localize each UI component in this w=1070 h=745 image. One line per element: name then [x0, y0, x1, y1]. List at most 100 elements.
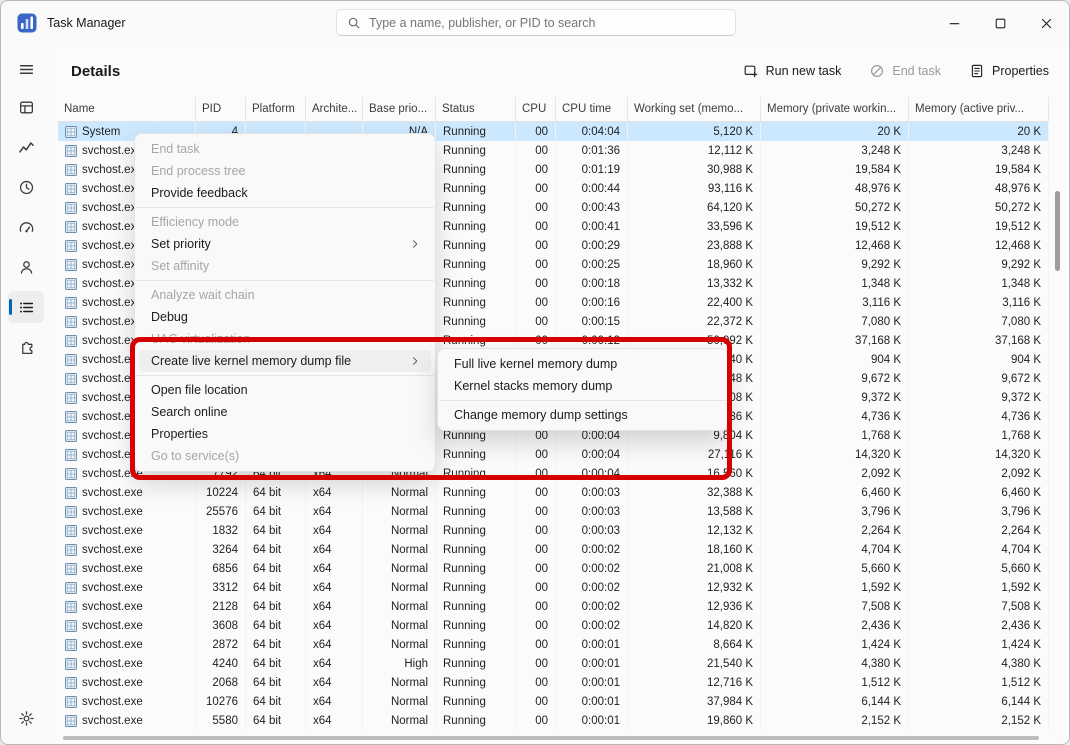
menu-item-label: Efficiency mode: [151, 215, 239, 229]
table-row[interactable]: svchost.exe685664 bitx64NormalRunning000…: [58, 559, 1049, 578]
column-header-status[interactable]: Status: [436, 97, 516, 121]
menu-item-kernel-stacks-memory-dump[interactable]: Kernel stacks memory dump: [442, 375, 723, 397]
cell-status: Running: [436, 122, 516, 141]
cell-pid: 10224: [196, 483, 246, 502]
run-new-task-button[interactable]: Run new task: [743, 63, 842, 79]
table-row[interactable]: svchost.exe1022464 bitx64NormalRunning00…: [58, 483, 1049, 502]
sidebar-item-users[interactable]: [8, 251, 44, 283]
column-header-priority[interactable]: Base prio...: [363, 97, 436, 121]
vertical-scrollbar-thumb[interactable]: [1055, 191, 1060, 271]
task-manager-window: Task Manager: [0, 0, 1070, 745]
sidebar-item-app-history[interactable]: [8, 171, 44, 203]
cell-cpu: 00: [516, 559, 556, 578]
menu-item-label: End task: [151, 142, 200, 156]
sidebar-item-details[interactable]: [8, 291, 44, 323]
column-header-pid[interactable]: PID: [196, 97, 246, 121]
close-button[interactable]: [1023, 1, 1069, 45]
cell-priority: Normal: [363, 559, 436, 578]
cell-cpu: 00: [516, 521, 556, 540]
table-row[interactable]: svchost.exe1027664 bitx64NormalRunning00…: [58, 692, 1049, 711]
cell-platform: 64 bit: [246, 635, 306, 654]
settings-button[interactable]: [8, 702, 44, 734]
navigation-menu-button[interactable]: [8, 53, 44, 85]
sidebar-item-performance[interactable]: [8, 131, 44, 163]
menu-item-set-affinity[interactable]: Set affinity: [139, 255, 431, 277]
process-icon: [65, 506, 77, 518]
cell-arch: x64: [306, 654, 363, 673]
search-input[interactable]: [369, 16, 725, 30]
toolbar: Details Run new taskEnd taskProperties: [51, 45, 1069, 97]
menu-item-analyze-wait-chain[interactable]: Analyze wait chain: [139, 284, 431, 306]
cell-working_set: 16,560 K: [628, 464, 761, 483]
properties-icon: [969, 63, 985, 79]
column-header-working_set[interactable]: Working set (memo...: [628, 97, 761, 121]
sidebar-item-startup-apps[interactable]: [8, 211, 44, 243]
column-header-cpu_time[interactable]: CPU time: [556, 97, 628, 121]
cell-arch: x64: [306, 616, 363, 635]
table-row[interactable]: svchost.exe558064 bitx64NormalRunning000…: [58, 711, 1049, 730]
menu-item-create-live-kernel-memory-dump-file[interactable]: Create live kernel memory dump file: [139, 350, 431, 372]
cell-status: Running: [436, 540, 516, 559]
chevron-right-icon: [409, 355, 421, 367]
column-header-arch[interactable]: Archite...: [306, 97, 363, 121]
process-name: svchost.exe: [82, 677, 143, 689]
cell-arch: x64: [306, 502, 363, 521]
process-icon: [65, 126, 77, 138]
table-row[interactable]: svchost.exe287264 bitx64NormalRunning000…: [58, 635, 1049, 654]
table-row[interactable]: svchost.exe206864 bitx64NormalRunning000…: [58, 673, 1049, 692]
cell-working_set: 93,116 K: [628, 179, 761, 198]
column-header-name[interactable]: Name: [58, 97, 196, 121]
menu-item-end-process-tree[interactable]: End process tree: [139, 160, 431, 182]
column-header-mem_active[interactable]: Memory (active priv...: [909, 97, 1049, 121]
menu-item-end-task[interactable]: End task: [139, 138, 431, 160]
cell-working_set: 23,888 K: [628, 236, 761, 255]
menu-item-change-memory-dump-settings[interactable]: Change memory dump settings: [442, 404, 723, 426]
cell-name: svchost.exe: [58, 597, 196, 616]
cell-cpu: 00: [516, 217, 556, 236]
table-row[interactable]: svchost.exe2557664 bitx64NormalRunning00…: [58, 502, 1049, 521]
menu-item-efficiency-mode[interactable]: Efficiency mode: [139, 211, 431, 233]
table-row[interactable]: svchost.exe331264 bitx64NormalRunning000…: [58, 578, 1049, 597]
table-row[interactable]: svchost.exe360864 bitx64NormalRunning000…: [58, 616, 1049, 635]
sidebar-item-services[interactable]: [8, 331, 44, 363]
cell-working_set: 30,988 K: [628, 160, 761, 179]
cell-mem_active: 6,460 K: [909, 483, 1049, 502]
cell-cpu_time: 0:00:04: [556, 445, 628, 464]
cell-status: Running: [436, 236, 516, 255]
cell-platform: 64 bit: [246, 673, 306, 692]
menu-item-set-priority[interactable]: Set priority: [139, 233, 431, 255]
menu-item-debug[interactable]: Debug: [139, 306, 431, 328]
cell-working_set: 12,112 K: [628, 141, 761, 160]
search-box[interactable]: [336, 9, 736, 36]
cell-mem_active: 19,584 K: [909, 160, 1049, 179]
table-row[interactable]: svchost.exe183264 bitx64NormalRunning000…: [58, 521, 1049, 540]
maximize-button[interactable]: [977, 1, 1023, 45]
cell-cpu_time: 0:01:19: [556, 160, 628, 179]
end-task-button[interactable]: End task: [869, 63, 941, 79]
menu-item-properties[interactable]: Properties: [139, 423, 431, 445]
cell-pid: 3608: [196, 616, 246, 635]
table-row[interactable]: svchost.exe212864 bitx64NormalRunning000…: [58, 597, 1049, 616]
menu-item-uac-virtualization[interactable]: UAC virtualization: [139, 328, 431, 350]
menu-item-search-online[interactable]: Search online: [139, 401, 431, 423]
cell-cpu: 00: [516, 578, 556, 597]
table-row[interactable]: svchost.exe326464 bitx64NormalRunning000…: [58, 540, 1049, 559]
column-header-platform[interactable]: Platform: [246, 97, 306, 121]
menu-item-open-file-location[interactable]: Open file location: [139, 379, 431, 401]
cell-working_set: 33,596 K: [628, 217, 761, 236]
minimize-button[interactable]: [931, 1, 977, 45]
cell-platform: 64 bit: [246, 711, 306, 730]
column-header-mem_private[interactable]: Memory (private workin...: [761, 97, 909, 121]
table-row[interactable]: svchost.exe424064 bitx64HighRunning000:0…: [58, 654, 1049, 673]
cell-priority: Normal: [363, 578, 436, 597]
column-header-cpu[interactable]: CPU: [516, 97, 556, 121]
sidebar-item-processes[interactable]: [8, 91, 44, 123]
properties-button[interactable]: Properties: [969, 63, 1049, 79]
menu-item-go-to-service-s[interactable]: Go to service(s): [139, 445, 431, 467]
menu-item-provide-feedback[interactable]: Provide feedback: [139, 182, 431, 204]
menu-item-full-live-kernel-memory-dump[interactable]: Full live kernel memory dump: [442, 353, 723, 375]
process-icon: [65, 601, 77, 613]
horizontal-scrollbar-thumb[interactable]: [63, 736, 1039, 740]
cell-mem_active: 7,508 K: [909, 597, 1049, 616]
cell-working_set: 13,588 K: [628, 502, 761, 521]
